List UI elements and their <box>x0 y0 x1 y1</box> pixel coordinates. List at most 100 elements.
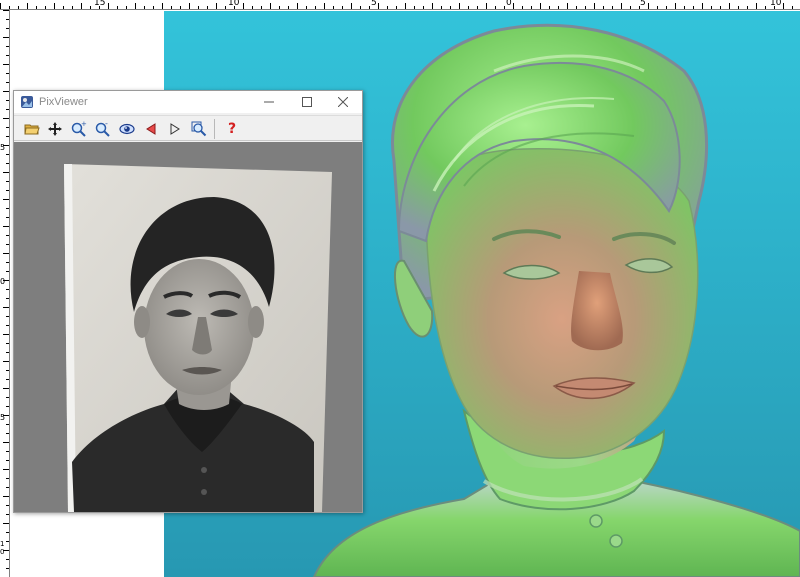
vertical-ruler: 5 0 5 10 <box>0 10 10 577</box>
pan-move-button[interactable] <box>45 119 65 139</box>
ruler-tick <box>666 6 667 9</box>
ruler-tick <box>3 253 9 254</box>
ruler-tick <box>360 6 361 9</box>
ruler-tick <box>6 109 9 110</box>
next-button[interactable] <box>165 119 185 139</box>
ruler-tick <box>6 433 9 434</box>
ruler-tick <box>6 235 9 236</box>
ruler-tick <box>252 6 253 9</box>
ruler-tick <box>153 6 154 9</box>
ruler-tick <box>6 181 9 182</box>
ruler-tick <box>423 6 424 9</box>
ruler-tick <box>3 91 9 92</box>
maximize-button[interactable] <box>288 91 326 113</box>
previous-button[interactable] <box>141 119 161 139</box>
help-icon: ? <box>227 121 237 137</box>
ruler-label: 10 <box>770 0 782 8</box>
ruler-tick <box>6 163 9 164</box>
ruler-tick <box>6 19 9 20</box>
pixviewer-window[interactable]: PixViewer + - ? <box>13 90 363 513</box>
ruler-tick <box>3 307 9 308</box>
ruler-tick <box>27 3 28 9</box>
ruler-tick <box>207 6 208 9</box>
ruler-tick <box>6 451 9 452</box>
ruler-tick <box>180 6 181 9</box>
ruler-tick <box>6 352 9 353</box>
pixviewer-image-canvas[interactable] <box>14 142 362 512</box>
open-folder-button[interactable] <box>22 119 42 139</box>
ruler-tick <box>6 397 9 398</box>
ruler-tick <box>333 6 334 9</box>
ruler-tick <box>72 6 73 9</box>
pixviewer-title: PixViewer <box>39 96 88 108</box>
ruler-tick <box>3 469 9 470</box>
help-button[interactable]: ? <box>222 119 242 139</box>
ruler-tick <box>6 244 9 245</box>
ruler-tick <box>351 3 352 9</box>
ruler-tick <box>6 154 9 155</box>
ruler-tick <box>693 6 694 9</box>
ruler-tick <box>657 6 658 9</box>
ruler-tick <box>6 73 9 74</box>
ruler-tick <box>729 3 730 9</box>
zoom-out-button[interactable]: - <box>93 119 113 139</box>
minimize-button[interactable] <box>250 91 288 113</box>
zoom-in-icon: + <box>71 121 87 137</box>
ruler-tick <box>747 6 748 9</box>
view-eye-button[interactable] <box>117 119 137 139</box>
pixviewer-app-icon <box>21 96 33 108</box>
ruler-tick <box>6 82 9 83</box>
ruler-tick <box>81 3 82 9</box>
ruler-tick <box>585 6 586 9</box>
ruler-tick <box>171 6 172 9</box>
ruler-tick <box>594 3 595 9</box>
ruler-tick <box>648 3 649 9</box>
portrait-photo <box>64 164 332 512</box>
ruler-tick <box>90 6 91 9</box>
ruler-tick <box>3 172 9 173</box>
ruler-tick <box>540 3 541 9</box>
ruler-tick <box>261 6 262 9</box>
ruler-tick <box>144 6 145 9</box>
ruler-tick <box>117 6 118 9</box>
ruler-tick <box>6 262 9 263</box>
ruler-tick <box>459 3 460 9</box>
ruler-tick <box>270 3 271 9</box>
ruler-tick <box>6 478 9 479</box>
ruler-tick <box>6 568 9 569</box>
ruler-tick <box>549 6 550 9</box>
ruler-tick <box>3 10 9 11</box>
ruler-tick <box>3 199 9 200</box>
ruler-tick <box>6 217 9 218</box>
ruler-tick <box>6 127 9 128</box>
ruler-tick <box>711 6 712 9</box>
minimize-icon <box>264 101 274 103</box>
ruler-tick <box>495 6 496 9</box>
ruler-tick <box>198 6 199 9</box>
ruler-tick <box>3 550 9 551</box>
ruler-tick <box>630 6 631 9</box>
next-arrow-icon <box>170 123 180 135</box>
ruler-tick <box>3 334 9 335</box>
ruler-tick <box>702 3 703 9</box>
ruler-tick <box>6 46 9 47</box>
ruler-tick <box>558 6 559 9</box>
ruler-tick <box>162 3 163 9</box>
zoom-in-button[interactable]: + <box>69 119 89 139</box>
ruler-tick <box>576 6 577 9</box>
zoom-fit-icon <box>191 121 207 137</box>
ruler-tick <box>3 523 9 524</box>
ruler-tick <box>6 136 9 137</box>
ruler-tick <box>468 6 469 9</box>
ruler-tick <box>0 3 1 9</box>
close-button[interactable] <box>324 91 362 113</box>
ruler-tick <box>3 280 9 281</box>
ruler-tick <box>3 118 9 119</box>
pixviewer-titlebar[interactable]: PixViewer <box>14 91 362 113</box>
ruler-tick <box>513 3 514 9</box>
ruler-tick <box>6 316 9 317</box>
ruler-tick <box>6 379 9 380</box>
ruler-tick <box>243 3 244 9</box>
zoom-fit-button[interactable] <box>189 119 209 139</box>
ruler-tick <box>783 3 784 9</box>
